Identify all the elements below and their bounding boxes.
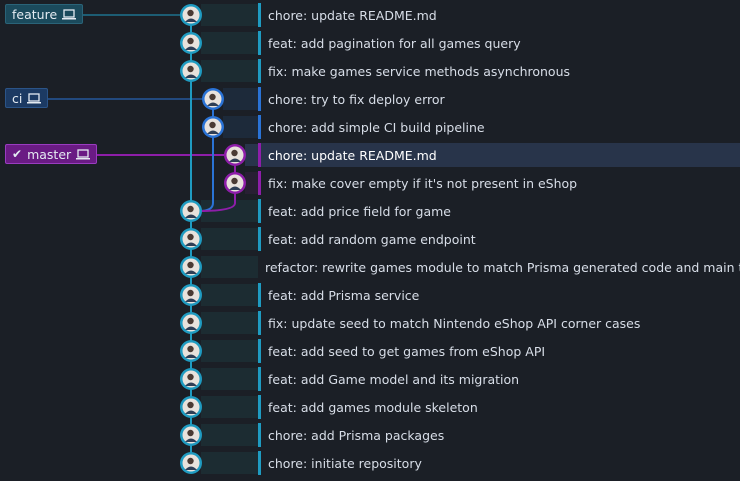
avatar-head <box>187 9 194 17</box>
avatar-head <box>209 93 216 101</box>
row-strip <box>201 452 258 474</box>
branch-color-bar <box>258 451 261 475</box>
branch-color-bar <box>258 171 261 195</box>
branch-label-master[interactable]: ✔ master <box>5 144 98 164</box>
avatar-head <box>187 233 194 241</box>
avatar-head <box>187 401 194 409</box>
row-strip <box>201 228 258 250</box>
branch-name: feature <box>12 6 58 22</box>
branch-color-bar <box>258 339 261 363</box>
branch-color-bar <box>258 59 261 83</box>
commit-message: fix: make cover empty if it's not presen… <box>268 175 578 191</box>
commit-message: feat: add pagination for all games query <box>268 35 521 51</box>
commit-row[interactable]: fix: make cover empty if it's not presen… <box>258 171 740 195</box>
avatar-head <box>187 317 194 325</box>
commit-row[interactable]: feat: add games module skeleton <box>258 395 740 419</box>
branch-color-bar <box>258 115 261 139</box>
avatar-head <box>231 177 238 185</box>
commit-row[interactable]: feat: add Prisma service <box>258 283 740 307</box>
commit-row[interactable]: chore: update README.md <box>258 3 740 27</box>
row-strip <box>201 424 258 446</box>
commit-row[interactable]: refactor: rewrite games module to match … <box>258 255 740 279</box>
commit-message: feat: add Prisma service <box>268 287 420 303</box>
commit-row[interactable]: chore: update README.md <box>258 143 740 167</box>
branch-color-bar <box>258 3 261 27</box>
commit-message: feat: add Game model and its migration <box>268 371 520 387</box>
branch-color-bar <box>258 423 261 447</box>
branch-label-ci[interactable]: ci <box>5 88 49 108</box>
branch-color-bar <box>258 395 261 419</box>
branch-color-bar <box>258 367 261 391</box>
avatar-head <box>187 65 194 73</box>
row-strip <box>223 88 258 110</box>
row-strip <box>201 32 258 54</box>
commit-message: fix: update seed to match Nintendo eShop… <box>268 315 641 331</box>
commit-row[interactable]: feat: add price field for game <box>258 199 740 223</box>
row-strip <box>201 396 258 418</box>
avatar-head <box>187 289 194 297</box>
branch-name: ci <box>12 90 23 106</box>
branch-color-bar <box>258 87 261 111</box>
commit-row[interactable]: feat: add seed to get games from eShop A… <box>258 339 740 363</box>
row-strip <box>245 172 258 194</box>
avatar-head <box>187 205 194 213</box>
commit-message: chore: update README.md <box>268 7 437 23</box>
commit-message: chore: try to fix deploy error <box>268 91 445 107</box>
avatar-head <box>187 429 194 437</box>
commit-row[interactable]: fix: update seed to match Nintendo eShop… <box>258 311 740 335</box>
row-strip <box>245 144 258 166</box>
row-strip <box>201 368 258 390</box>
row-strip <box>201 312 258 334</box>
commit-message: chore: initiate repository <box>268 455 422 471</box>
commit-message: chore: add simple CI build pipeline <box>268 119 485 135</box>
commit-message: feat: add games module skeleton <box>268 399 478 415</box>
branch-color-bar <box>258 143 261 167</box>
branch-color-bar <box>258 199 261 223</box>
commit-message: feat: add random game endpoint <box>268 231 476 247</box>
row-strip <box>201 284 258 306</box>
commit-row[interactable]: feat: add random game endpoint <box>258 227 740 251</box>
row-strip <box>201 340 258 362</box>
branch-color-bar <box>258 31 261 55</box>
laptop-icon <box>76 148 91 159</box>
commit-row[interactable]: chore: try to fix deploy error <box>258 87 740 111</box>
commit-message: feat: add price field for game <box>268 203 451 219</box>
laptop-icon <box>27 92 42 103</box>
commit-message: chore: add Prisma packages <box>268 427 445 443</box>
commit-row[interactable]: chore: initiate repository <box>258 451 740 475</box>
commit-row[interactable]: feat: add Game model and its migration <box>258 367 740 391</box>
commit-message: refactor: rewrite games module to match … <box>265 259 740 275</box>
branch-color-bar <box>258 311 261 335</box>
branch-color-bar <box>258 283 261 307</box>
row-strip <box>201 60 258 82</box>
branch-color-bar <box>258 227 261 251</box>
avatar-head <box>187 345 194 353</box>
avatar-head <box>187 261 194 269</box>
commit-message: feat: add seed to get games from eShop A… <box>268 343 546 359</box>
check-icon: ✔ <box>12 147 23 161</box>
branch-name: master <box>27 146 72 162</box>
commit-row[interactable]: feat: add pagination for all games query <box>258 31 740 55</box>
commit-message: fix: make games service methods asynchro… <box>268 63 571 79</box>
commit-row[interactable]: fix: make games service methods asynchro… <box>258 59 740 83</box>
branch-label-feature[interactable]: feature <box>5 4 84 24</box>
avatar-head <box>209 121 216 129</box>
row-strip <box>223 116 258 138</box>
avatar-head <box>187 457 194 465</box>
avatar-head <box>187 37 194 45</box>
commit-row[interactable]: chore: add simple CI build pipeline <box>258 115 740 139</box>
row-strip <box>201 4 258 26</box>
avatar-head <box>231 149 238 157</box>
laptop-icon <box>62 8 77 19</box>
commit-row[interactable]: chore: add Prisma packages <box>258 423 740 447</box>
commit-message: chore: update README.md <box>268 147 437 163</box>
row-strip <box>201 256 258 278</box>
avatar-head <box>187 373 194 381</box>
